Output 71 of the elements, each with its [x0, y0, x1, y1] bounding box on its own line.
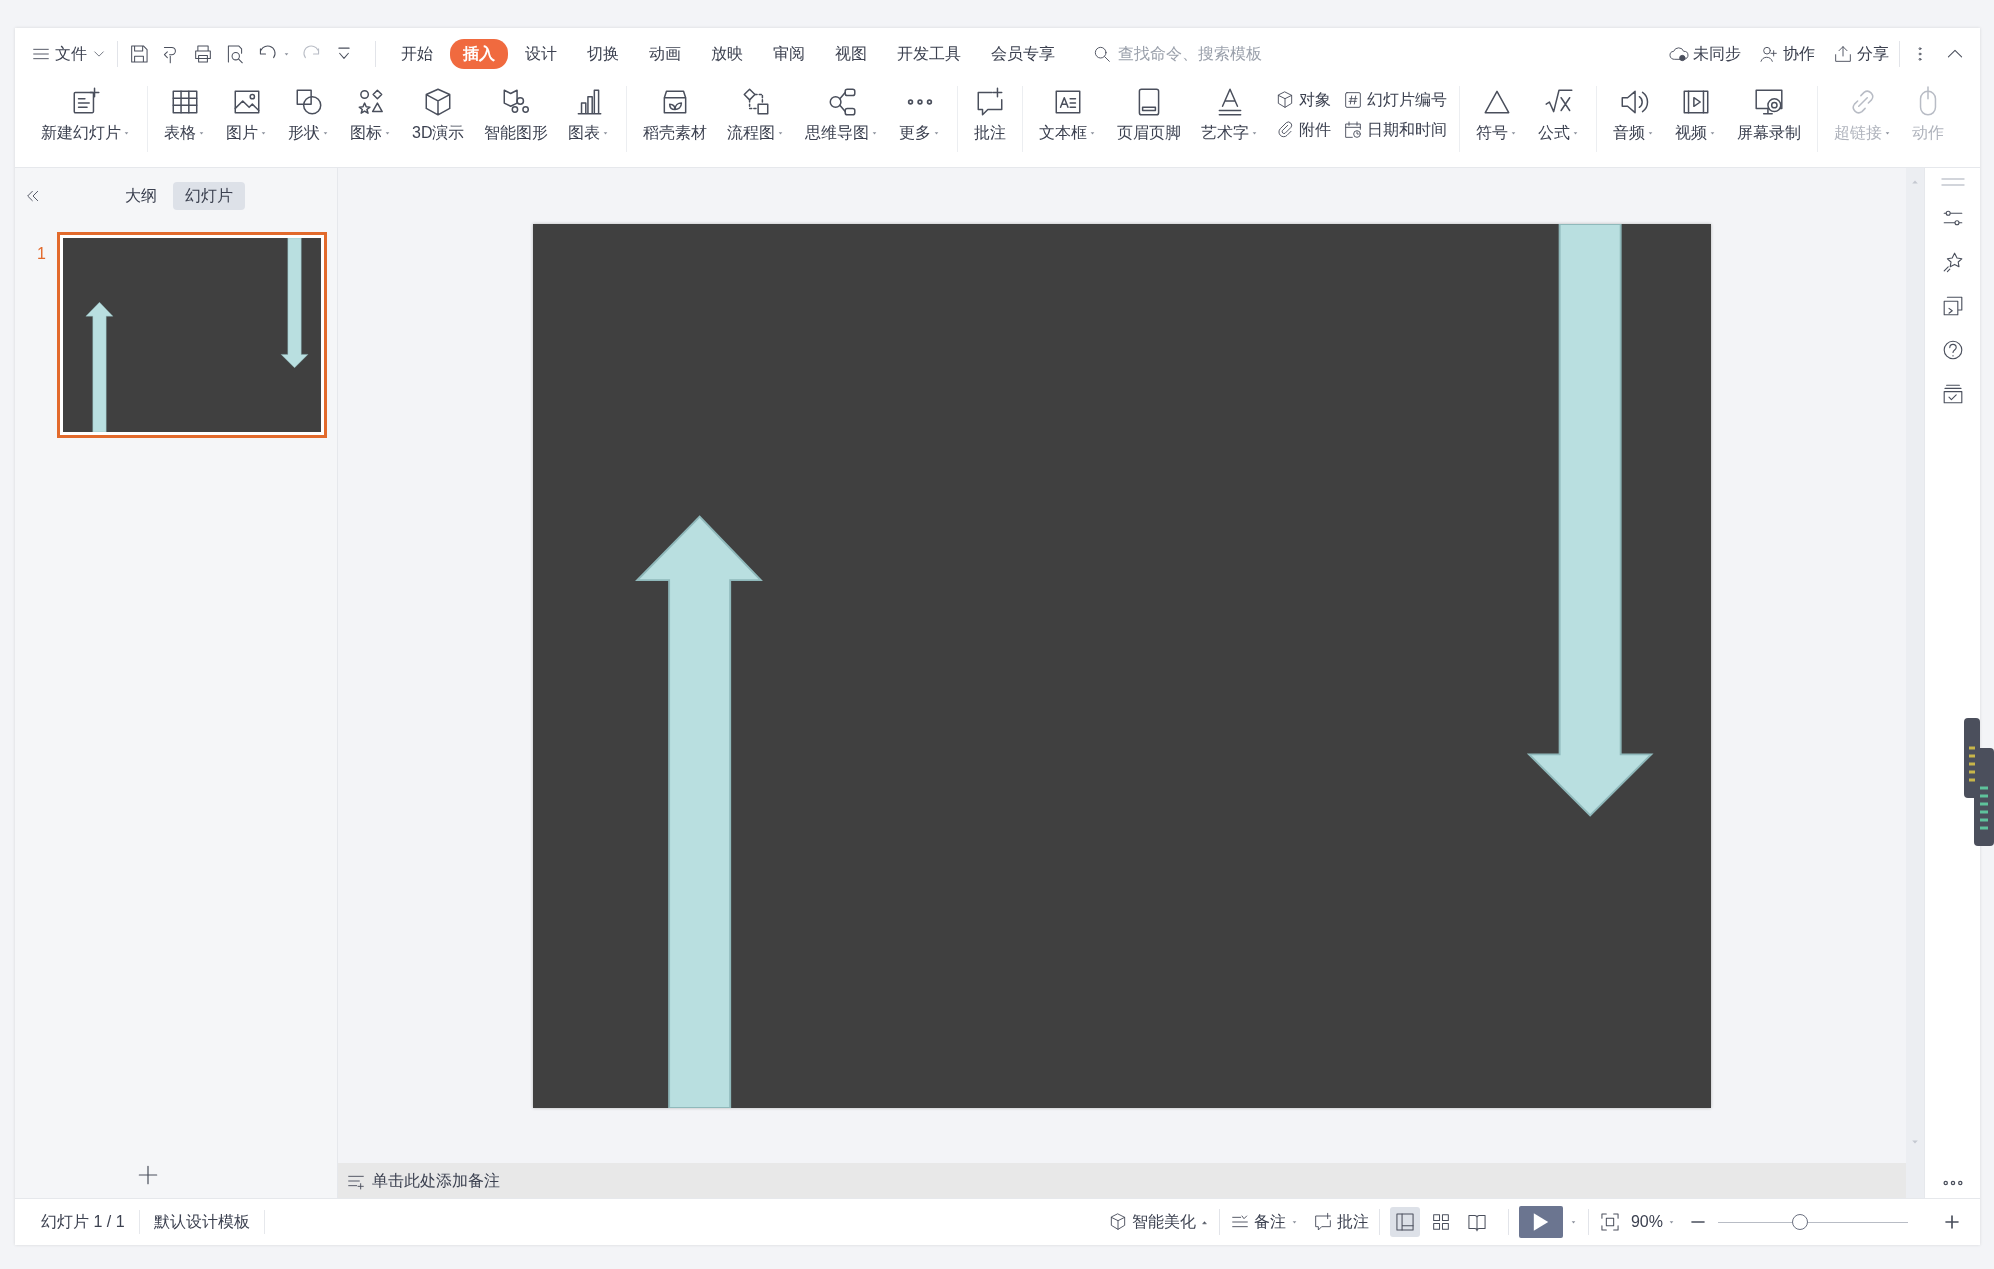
- file-menu[interactable]: 文件: [31, 42, 107, 66]
- slider-thumb[interactable]: [1791, 1214, 1808, 1230]
- more-icon[interactable]: [1942, 1180, 1963, 1186]
- zoom-value[interactable]: 90%: [1630, 1210, 1676, 1234]
- template-name[interactable]: 默认设计模板: [139, 1210, 265, 1234]
- ribbon-tab[interactable]: 设计: [512, 39, 570, 69]
- ribbon-button[interactable]: 形状: [280, 86, 338, 145]
- ribbon-tab[interactable]: 开发工具: [884, 39, 974, 69]
- ribbon-button[interactable]: 音频: [1605, 86, 1664, 145]
- panel-tab[interactable]: 大纲: [113, 182, 169, 210]
- ribbon-button[interactable]: 流程图: [719, 86, 794, 145]
- header-action-button[interactable]: 分享: [1833, 42, 1889, 66]
- save-icon: [128, 43, 150, 65]
- ribbon-button[interactable]: 3D演示: [404, 86, 473, 145]
- search-field[interactable]: 查找命令、搜索模板: [1116, 41, 1286, 67]
- ribbon-tab[interactable]: 开始: [388, 39, 446, 69]
- ribbon-button[interactable]: 图表: [560, 86, 619, 145]
- ribbon-button[interactable]: 页眉页脚: [1109, 86, 1190, 145]
- ribbon-button[interactable]: 幻灯片编号: [1339, 88, 1452, 112]
- ribbon-button[interactable]: 批注: [966, 86, 1015, 145]
- ribbon-button[interactable]: 表格: [156, 86, 214, 145]
- beautify-button[interactable]: 智能美化: [1107, 1210, 1209, 1234]
- more-icon: [907, 98, 934, 106]
- calendar-icon: [1343, 120, 1364, 140]
- toolbar-button[interactable]: [192, 43, 214, 65]
- ribbon-button[interactable]: 图标: [342, 86, 400, 145]
- play-button[interactable]: [1518, 1206, 1563, 1238]
- slide-counter: 幻灯片 1 / 1: [27, 1210, 140, 1234]
- slide-number: 1: [37, 244, 47, 264]
- notes-prompt[interactable]: 单击此处添加备注: [372, 1168, 500, 1193]
- ribbon-button[interactable]: 视频: [1667, 86, 1726, 145]
- slide-thumbnail[interactable]: [57, 232, 327, 438]
- ribbon-tab[interactable]: 视图: [822, 39, 880, 69]
- ribbon-button[interactable]: 公式: [1530, 86, 1589, 145]
- panel-tab[interactable]: 幻灯片: [173, 182, 245, 210]
- toolbar-button[interactable]: [128, 43, 150, 65]
- ribbon-button[interactable]: 图片: [218, 86, 276, 145]
- ribbon-button[interactable]: 屏幕录制: [1729, 86, 1810, 145]
- play-icon: [1532, 1212, 1549, 1232]
- ribbon-tab[interactable]: 会员专享: [978, 39, 1068, 69]
- ribbon-button[interactable]: 文本框: [1031, 86, 1106, 145]
- hash-icon: [1343, 90, 1364, 110]
- ribbon-button[interactable]: 更多: [891, 86, 950, 145]
- search-icon: [1092, 44, 1112, 64]
- zoom-in-icon[interactable]: [1942, 1212, 1962, 1232]
- ribbon-button[interactable]: 思维导图: [797, 86, 888, 145]
- fit-window-icon[interactable]: [1598, 1211, 1621, 1233]
- ribbon-button[interactable]: 智能图形: [476, 86, 557, 145]
- notes-button[interactable]: 备注: [1229, 1210, 1299, 1234]
- ribbon-tab[interactable]: 切换: [574, 39, 632, 69]
- view-button[interactable]: [1389, 1207, 1420, 1237]
- header-action-button[interactable]: 协作: [1759, 42, 1815, 66]
- ribbon-button[interactable]: 符号: [1468, 86, 1527, 145]
- ribbon-tab[interactable]: 审阅: [760, 39, 818, 69]
- ribbon-button[interactable]: 日期和时间: [1339, 118, 1452, 142]
- ribbon-button[interactable]: 稻壳素材: [635, 86, 716, 145]
- header-action-button[interactable]: 未同步: [1669, 42, 1741, 66]
- ribbon-button[interactable]: 对象: [1271, 88, 1336, 112]
- print-icon: [192, 43, 214, 65]
- ribbon-button[interactable]: 艺术字: [1193, 86, 1268, 145]
- share-icon: [1833, 44, 1853, 64]
- ribbon-tab[interactable]: 放映: [698, 39, 756, 69]
- comments-button[interactable]: 批注: [1312, 1210, 1369, 1234]
- normal-view-icon: [1393, 1211, 1416, 1233]
- ribbon-tab[interactable]: 动画: [636, 39, 694, 69]
- user-plus-icon: [1759, 44, 1779, 64]
- comment-plus-icon: [1312, 1212, 1333, 1232]
- drag-handle-icon: [1940, 178, 1965, 186]
- cloud-icon: [1669, 44, 1689, 64]
- ribbon-button[interactable]: 新建幻灯片: [33, 86, 139, 145]
- ribbon-button[interactable]: 附件: [1271, 118, 1336, 142]
